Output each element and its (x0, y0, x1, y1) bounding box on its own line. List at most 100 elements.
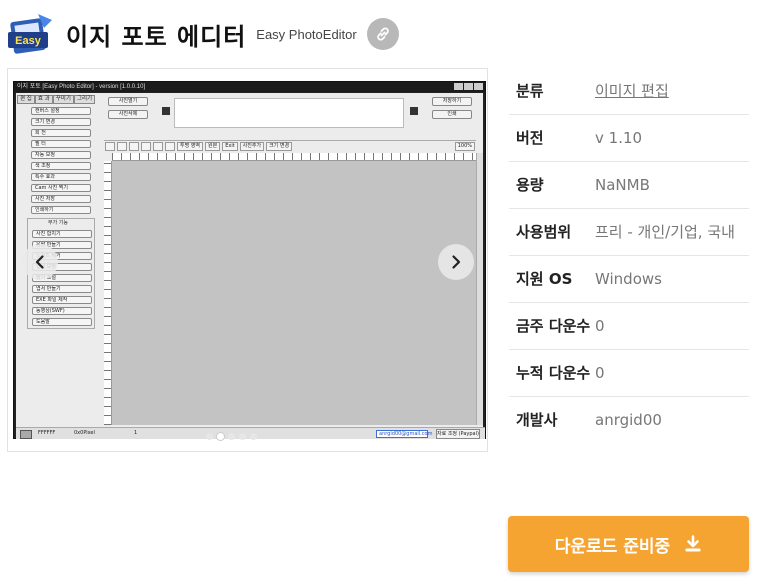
gallery-dot[interactable] (217, 433, 224, 440)
app-header: Easy 이지 포토 에디터 Easy PhotoEditor (8, 6, 399, 62)
screenshot-side-button: 캔버스 설정 (31, 107, 91, 115)
info-value: v 1.10 (595, 129, 643, 147)
info-row: 금주 다운수 0 (509, 303, 749, 350)
screenshot-open-button: 사진열기 (108, 97, 148, 106)
screenshot-group-label: 부가 기능 (48, 220, 68, 226)
screenshot-side-button: 크기 변경 (31, 118, 91, 126)
page-title: 이지 포토 에디터 (66, 22, 247, 51)
download-button[interactable]: 다운로드 준비중 (508, 516, 749, 572)
info-row: 분류 이미지 편집 (509, 68, 749, 115)
info-value: Windows (595, 270, 662, 288)
screenshot-side-button: 색 조정 (31, 162, 91, 170)
info-value: NaNMB (595, 176, 650, 194)
screenshot-canvas (112, 161, 476, 425)
screenshot-toolbar-button: Exit (222, 142, 238, 151)
screenshot-status-color: FFFFFF (38, 430, 56, 436)
chevron-right-icon (452, 255, 461, 269)
info-row: 용량 NaNMB (509, 162, 749, 209)
info-value: 프리 - 개인/기업, 국내 (595, 223, 735, 241)
screenshot-window-body: 편 집효 과 꾸미기 그리기 캔버스 설정 크기 변경 회 전필 터 자동 보정 색 조정 특… (16, 93, 485, 439)
screenshot-toolbar-button: 투명 영역 (177, 142, 203, 151)
info-key: 분류 (516, 82, 544, 100)
screenshot-group-button: EXE 파일 제작 (32, 296, 92, 304)
screenshot-group-button: 사진 합치기 (32, 230, 92, 238)
gallery-dots (206, 433, 257, 440)
info-key: 용량 (516, 176, 544, 194)
screenshot-window-title: 이지 포토 [Easy Photo Editor] - version [1.0… (14, 82, 485, 92)
link-icon (376, 27, 389, 41)
download-button-label: 다운로드 준비중 (554, 536, 671, 557)
screenshot-save-button: 저장하기 (432, 97, 472, 106)
info-key: 버전 (516, 129, 544, 147)
screenshot-image: 이지 포토 [Easy Photo Editor] - version [1.0… (13, 81, 486, 439)
screenshot-group-button: 엽서 만들기 (32, 285, 92, 293)
screenshot-side-button: 사진 저장 (31, 195, 91, 203)
page-subtitle: Easy PhotoEditor (256, 26, 357, 42)
info-row: 사용범위 프리 - 개인/기업, 국내 (509, 209, 749, 256)
screenshot-toolbar-icon (105, 142, 115, 151)
gallery-dot[interactable] (228, 433, 235, 440)
screenshot-toolbar-button: 원본 (205, 142, 221, 151)
screenshot-scrollbar (476, 153, 483, 425)
screenshot-ruler-vertical (104, 161, 112, 425)
screenshot-toolbar-icon (129, 142, 139, 151)
screenshot-toolbar-button: 사진추가 (239, 142, 265, 151)
info-table: 분류 이미지 편집버전 v 1.10 용량 NaNMB 사용범위 프리 - 개인/기업, 국… (509, 68, 749, 443)
screenshot-toolbar-button: 크기 변경 (266, 142, 293, 151)
info-row: 개발사 anrgid00 (509, 397, 749, 443)
info-row: 누적 다운수 0 (509, 350, 749, 397)
category-link[interactable]: 이미지 편집 (595, 79, 749, 103)
screenshot-gallery: 이지 포토 [Easy Photo Editor] - version [1.0… (7, 68, 488, 452)
screenshot-zoom: 100% (454, 142, 475, 151)
screenshot-toolbar-icon (141, 142, 151, 151)
screenshot-ruler-horizontal (112, 153, 476, 161)
chevron-left-icon (35, 255, 44, 269)
screenshot-group-button: 동영상(SWF) (32, 307, 92, 315)
gallery-dot[interactable] (239, 433, 246, 440)
screenshot-strip-prev-icon (162, 107, 170, 115)
screenshot-toolbar-icon (153, 142, 163, 151)
app-logo-icon: Easy (8, 10, 56, 58)
screenshot-status-pos: 0x0Pixel (74, 430, 95, 436)
screenshot-side-tab: 효 과 (34, 95, 53, 104)
info-key: 개발사 (516, 411, 558, 429)
screenshot-side-button: 특수 효과 (31, 173, 91, 181)
screenshot-status-count: 1 (134, 430, 138, 436)
info-key: 금주 다운수 (516, 317, 591, 335)
screenshot-thumb-strip (174, 98, 404, 128)
download-icon (684, 535, 702, 553)
info-row: 버전 v 1.10 (509, 115, 749, 162)
screenshot-toolbar-icon (117, 142, 127, 151)
screenshot-side-button: Cam 사진 찍기 (31, 184, 91, 192)
info-row: 지원 OS Windows (509, 256, 749, 303)
info-key: 사용범위 (516, 223, 572, 241)
info-value: 0 (595, 364, 605, 382)
screenshot-color-swatch (20, 430, 32, 439)
share-link-button[interactable] (366, 18, 399, 50)
screenshot-side-tabs: 편 집효 과 꾸미기 그리기 (17, 95, 99, 104)
screenshot-side-tab: 그리기 (73, 95, 96, 104)
screenshot-group-button: 도움말 (32, 318, 92, 326)
screenshot-toolbar-icon (165, 142, 175, 151)
gallery-dot[interactable] (250, 433, 257, 440)
gallery-next-button[interactable] (438, 244, 474, 280)
info-value: anrgid00 (595, 411, 662, 429)
screenshot-print-button: 인쇄 (432, 110, 472, 119)
gallery-dot[interactable] (206, 433, 213, 440)
info-value: 0 (595, 317, 605, 335)
gallery-prev-button[interactable] (22, 244, 58, 280)
screenshot-side-tab: 편 집 (17, 95, 35, 104)
screenshot-status-button: 자료 조정 (Paypal) (436, 429, 480, 439)
screenshot-side-button: 필 터 (31, 140, 91, 148)
info-key: 지원 OS (516, 270, 573, 288)
screenshot-side-buttons: 캔버스 설정크기 변경회 전필 터자동 보정색 조정특수 효과 Cam 사진 찍기… (17, 107, 99, 214)
screenshot-side-button: 인쇄하기 (31, 206, 91, 214)
screenshot-side-button: 회 전 (31, 129, 91, 137)
logo-text: Easy (15, 35, 42, 47)
info-key: 누적 다운수 (516, 364, 591, 382)
screenshot-top-area: 사진열기 사진삭제 저장하기 인쇄 (104, 95, 476, 135)
screenshot-side-tab: 꾸미기 (52, 95, 74, 104)
screenshot-toolbar: 투명 영역 원본 Exit 사진추가 크기 변경 100% (104, 140, 476, 152)
screenshot-strip-next-icon (410, 107, 418, 115)
screenshot-side-button: 자동 보정 (31, 151, 91, 159)
